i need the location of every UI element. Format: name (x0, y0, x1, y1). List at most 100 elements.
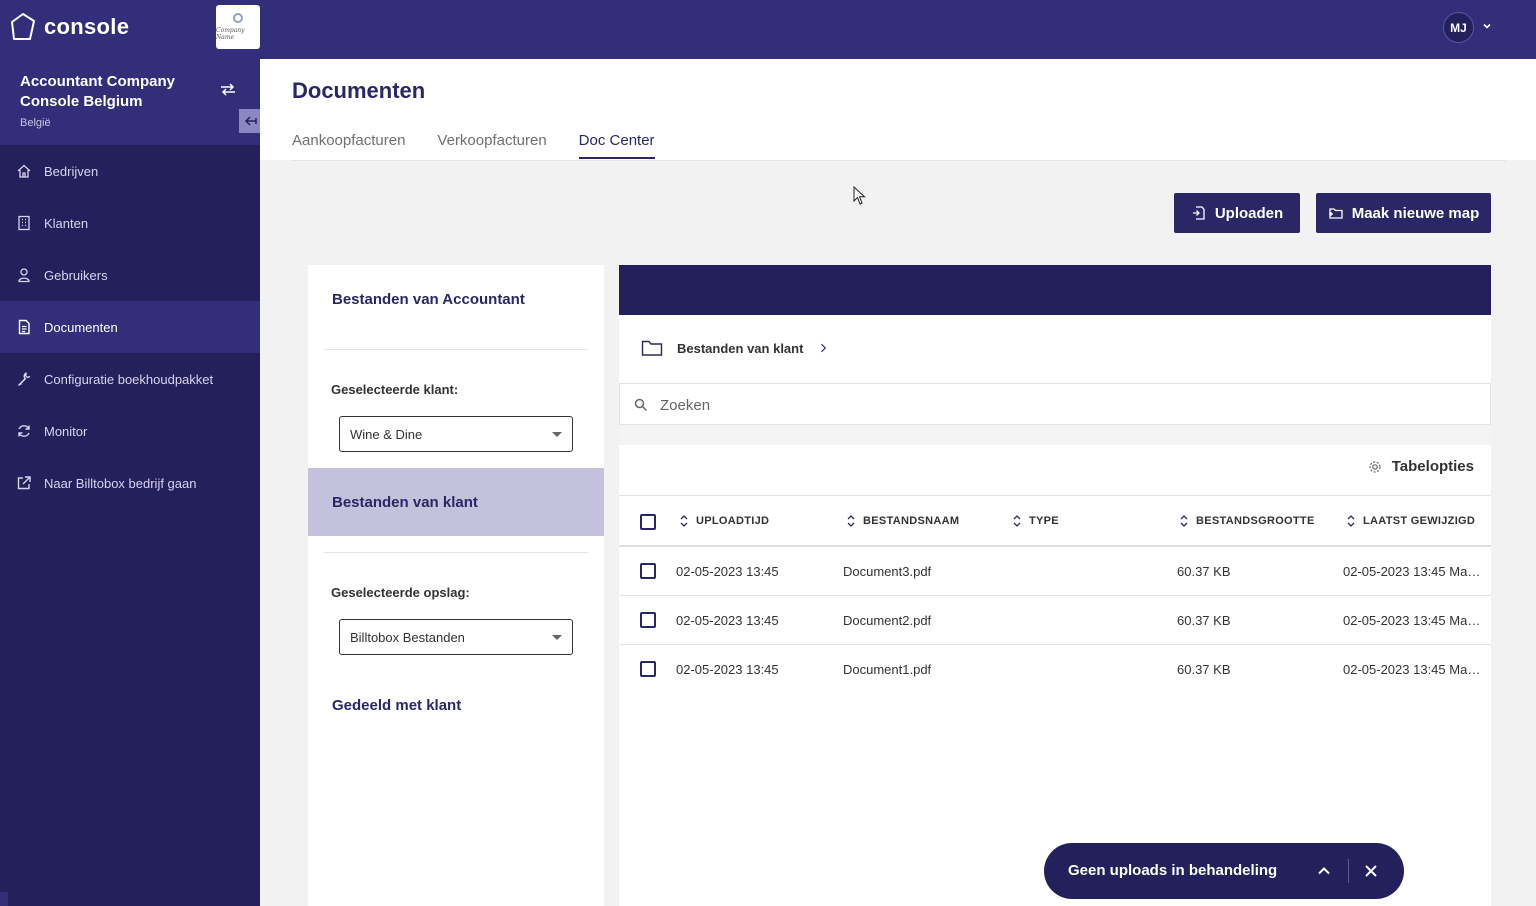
sort-icon (847, 515, 855, 527)
selected-client-label: Geselecteerde klant: (331, 382, 459, 397)
sidebar-corner (0, 892, 8, 906)
sidebar-item-documenten[interactable]: Documenten (0, 301, 260, 353)
top-bar: console Company Name MJ (0, 0, 1536, 59)
sidebar-nav: Bedrijven Klanten Gebruikers Documenten (0, 145, 260, 509)
select-all-checkbox[interactable] (640, 514, 656, 530)
cell-modified: 02-05-2023 13:45 Maximilien (1343, 662, 1485, 677)
sort-icon (1180, 515, 1188, 527)
chevron-right-icon[interactable] (817, 339, 831, 357)
folder-icon (641, 340, 663, 356)
column-header-label: UPLOADTIJD (696, 515, 770, 527)
chevron-down-icon[interactable] (1481, 20, 1493, 32)
shared-with-client-link[interactable]: Gedeeld met klant (332, 697, 461, 714)
row-checkbox[interactable] (640, 661, 656, 677)
breadcrumb-label: Bestanden van klant (677, 340, 804, 356)
user-icon (18, 268, 30, 283)
sort-icon (680, 515, 688, 527)
sidebar-item-klanten[interactable]: Klanten (0, 197, 260, 249)
sidebar: Accountant Company Console Belgium Belgi… (0, 59, 262, 906)
accountant-files-link[interactable]: Bestanden van Accountant (332, 291, 525, 308)
upload-status-bar: Geen uploads in behandeling (1044, 843, 1404, 899)
new-folder-button-label: Maak nieuwe map (1351, 204, 1480, 222)
files-table: UPLOADTIJD BESTANDSNAAM TYPE BESTANDSGRO… (619, 495, 1491, 694)
table-options-button[interactable]: Tabelopties (1368, 458, 1474, 475)
document-icon (18, 319, 30, 335)
column-header-label: BESTANDSGROOTTE (1196, 515, 1315, 527)
tab-aankoopfacturen[interactable]: Aankoopfacturen (292, 132, 405, 159)
page-title: Documenten (292, 78, 426, 103)
column-header-uploadtijd[interactable]: UPLOADTIJD (680, 515, 769, 527)
client-files-item[interactable]: Bestanden van klant (308, 468, 604, 536)
sidebar-item-naar-billtobox[interactable]: Naar Billtobox bedrijf gaan (0, 457, 260, 509)
cell-modified: 02-05-2023 13:45 Maximilien (1343, 613, 1485, 628)
storage-select[interactable]: Billtobox Bestanden (339, 619, 573, 655)
cell-uploaded: 02-05-2023 13:45 (676, 613, 779, 628)
table-header: UPLOADTIJD BESTANDSNAAM TYPE BESTANDSGRO… (619, 495, 1491, 547)
upload-button[interactable]: Uploaden (1174, 193, 1300, 233)
cell-filename[interactable]: Document1.pdf (843, 662, 931, 677)
search-bar (619, 383, 1491, 425)
cell-uploaded: 02-05-2023 13:45 (676, 564, 779, 579)
divider (324, 552, 588, 553)
cell-size: 60.37 KB (1177, 564, 1231, 579)
chevron-up-icon[interactable] (1316, 863, 1332, 879)
column-header-bestandsnaam[interactable]: BESTANDSNAAM (847, 515, 959, 527)
new-folder-button[interactable]: Maak nieuwe map (1316, 193, 1491, 233)
client-files-label: Bestanden van klant (332, 494, 478, 511)
sidebar-item-label: Gebruikers (44, 267, 108, 283)
caret-down-icon (552, 432, 562, 437)
column-header-bestandsgrootte[interactable]: BESTANDSGROOTTE (1180, 515, 1315, 527)
column-header-type[interactable]: TYPE (1013, 515, 1059, 527)
breadcrumb[interactable]: Bestanden van klant (641, 339, 831, 357)
row-checkbox[interactable] (640, 612, 656, 628)
external-link-icon (17, 476, 31, 490)
sidebar-item-configuratie[interactable]: Configuratie boekhoudpakket (0, 353, 260, 405)
sidebar-item-label: Klanten (44, 215, 89, 231)
user-avatar[interactable]: MJ (1443, 12, 1474, 43)
tab-verkoopfacturen[interactable]: Verkoopfacturen (437, 132, 546, 159)
collapse-sidebar-button[interactable] (239, 109, 262, 133)
company-logo-ring-icon (233, 13, 243, 23)
cell-uploaded: 02-05-2023 13:45 (676, 662, 779, 677)
tab-doc-center[interactable]: Doc Center (578, 132, 655, 159)
sidebar-item-label: Naar Billtobox bedrijf gaan (44, 475, 197, 491)
selected-storage-label: Geselecteerde opslag: (331, 585, 470, 600)
company-name: Accountant Company Console Belgium (20, 73, 176, 110)
page-header: Documenten Aankoopfacturen Verkoopfactur… (260, 59, 1536, 160)
table-row[interactable]: 02-05-2023 13:45 Document2.pdf 60.37 KB … (619, 596, 1491, 645)
swap-arrows-icon[interactable] (219, 81, 237, 97)
cell-filename[interactable]: Document3.pdf (843, 564, 931, 579)
sidebar-item-monitor[interactable]: Monitor (0, 405, 260, 457)
search-input[interactable] (660, 392, 1460, 418)
sidebar-item-gebruikers[interactable]: Gebruikers (0, 249, 260, 301)
caret-down-icon (552, 635, 562, 640)
cell-filename[interactable]: Document2.pdf (843, 613, 931, 628)
column-header-laatst-gewijzigd[interactable]: LAATST GEWIJZIGD (1347, 515, 1475, 527)
sort-icon (1347, 515, 1355, 527)
brand[interactable]: console (10, 12, 129, 42)
spacer (619, 425, 1491, 445)
column-header-label: LAATST GEWIJZIGD (1363, 515, 1476, 527)
column-header-label: BESTANDSNAAM (863, 515, 960, 527)
upload-button-label: Uploaden (1214, 204, 1284, 222)
company-switcher: Accountant Company Console Belgium Belgi… (0, 59, 262, 145)
tabs: Aankoopfacturen Verkoopfacturen Doc Cent… (292, 132, 655, 159)
home-icon (17, 164, 31, 178)
header-divider (292, 160, 1506, 161)
sort-icon (1013, 515, 1021, 527)
sidebar-item-label: Configuratie boekhoudpakket (44, 371, 214, 387)
close-icon[interactable] (1363, 863, 1379, 879)
file-browser-header-bar (619, 265, 1491, 315)
table-row[interactable]: 02-05-2023 13:45 Document3.pdf 60.37 KB … (619, 547, 1491, 596)
column-header-label: TYPE (1029, 515, 1059, 527)
sidebar-item-bedrijven[interactable]: Bedrijven (0, 145, 260, 197)
cell-size: 60.37 KB (1177, 613, 1231, 628)
brand-name: console (44, 14, 130, 39)
building-icon (18, 215, 30, 231)
mouse-cursor-icon (853, 186, 866, 205)
client-select[interactable]: Wine & Dine (339, 416, 573, 452)
row-checkbox[interactable] (640, 563, 656, 579)
sidebar-item-label: Bedrijven (44, 163, 99, 179)
search-icon (634, 398, 648, 412)
table-row[interactable]: 02-05-2023 13:45 Document1.pdf 60.37 KB … (619, 645, 1491, 694)
